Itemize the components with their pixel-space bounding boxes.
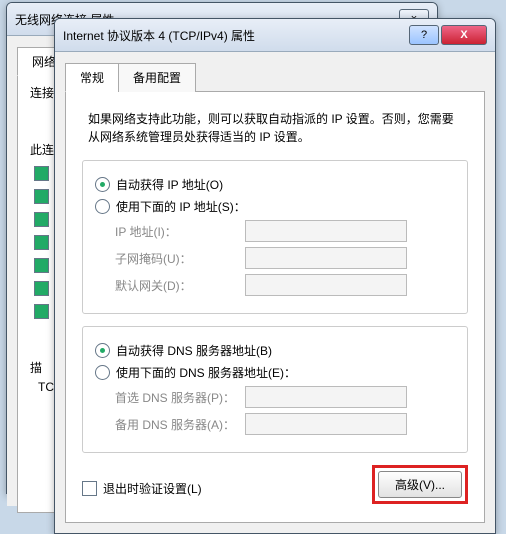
radio-dns-auto-label: 自动获得 DNS 服务器地址(B) (116, 342, 272, 359)
advanced-button[interactable]: 高级(V)... (378, 471, 462, 498)
tab-general[interactable]: 常规 (65, 63, 119, 92)
radio-ip-manual-row[interactable]: 使用下面的 IP 地址(S)： (95, 198, 455, 215)
back-check-1[interactable] (34, 166, 49, 181)
radio-dns-manual[interactable] (95, 365, 110, 380)
validate-row[interactable]: 退出时验证设置(L) (82, 480, 202, 497)
front-body: 常规 备用配置 如果网络支持此功能，则可以获取自动指派的 IP 设置。否则，您需… (55, 52, 495, 533)
dns-alt-input (245, 413, 407, 435)
tab-alternate[interactable]: 备用配置 (118, 63, 196, 92)
back-check-7[interactable] (34, 304, 49, 319)
radio-dns-manual-label: 使用下面的 DNS 服务器地址(E)： (116, 364, 296, 381)
bottom-row: 退出时验证设置(L) 高级(V)... (82, 465, 468, 504)
radio-ip-manual-label: 使用下面的 IP 地址(S)： (116, 198, 246, 215)
dns-group: 自动获得 DNS 服务器地址(B) 使用下面的 DNS 服务器地址(E)： 首选… (82, 326, 468, 453)
back-check-2[interactable] (34, 189, 49, 204)
ipv4-properties-window: Internet 协议版本 4 (TCP/IPv4) 属性 ? X 常规 备用配… (54, 18, 496, 534)
back-check-5[interactable] (34, 258, 49, 273)
dns-alt-label: 备用 DNS 服务器(A)： (115, 416, 245, 433)
general-panel: 如果网络支持此功能，则可以获取自动指派的 IP 设置。否则，您需要从网络系统管理… (65, 91, 485, 523)
subnet-mask-label: 子网掩码(U)： (115, 250, 245, 267)
help-button[interactable]: ? (409, 25, 439, 45)
radio-ip-auto[interactable] (95, 177, 110, 192)
ip-address-label: IP 地址(I)： (115, 223, 245, 240)
info-text: 如果网络支持此功能，则可以获取自动指派的 IP 设置。否则，您需要从网络系统管理… (88, 110, 462, 146)
radio-ip-auto-label: 自动获得 IP 地址(O) (116, 176, 223, 193)
radio-ip-manual[interactable] (95, 199, 110, 214)
ip-group: 自动获得 IP 地址(O) 使用下面的 IP 地址(S)： IP 地址(I)： … (82, 160, 468, 314)
validate-label: 退出时验证设置(L) (103, 480, 202, 497)
gateway-label: 默认网关(D)： (115, 277, 245, 294)
validate-checkbox[interactable] (82, 481, 97, 496)
radio-ip-auto-row[interactable]: 自动获得 IP 地址(O) (95, 176, 455, 193)
dns-pref-input (245, 386, 407, 408)
back-check-3[interactable] (34, 212, 49, 227)
tabs: 常规 备用配置 (65, 62, 485, 92)
radio-dns-auto[interactable] (95, 343, 110, 358)
dns-pref-label: 首选 DNS 服务器(P)： (115, 389, 245, 406)
back-check-4[interactable] (34, 235, 49, 250)
subnet-mask-input (245, 247, 407, 269)
front-titlebar: Internet 协议版本 4 (TCP/IPv4) 属性 ? X (55, 19, 495, 52)
close-button[interactable]: X (441, 25, 487, 45)
gateway-input (245, 274, 407, 296)
radio-dns-manual-row[interactable]: 使用下面的 DNS 服务器地址(E)： (95, 364, 455, 381)
advanced-highlight: 高级(V)... (372, 465, 468, 504)
radio-dns-auto-row[interactable]: 自动获得 DNS 服务器地址(B) (95, 342, 455, 359)
ip-address-input (245, 220, 407, 242)
back-check-6[interactable] (34, 281, 49, 296)
front-title: Internet 协议版本 4 (TCP/IPv4) 属性 (63, 27, 407, 44)
